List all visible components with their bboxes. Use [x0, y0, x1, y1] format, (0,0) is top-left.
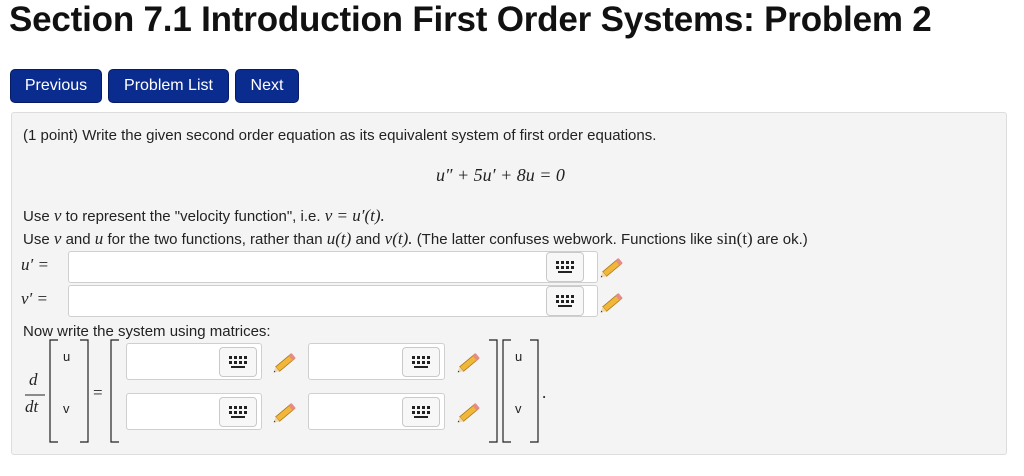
next-button[interactable]: Next [235, 69, 299, 103]
instr-text: Use [23, 231, 50, 248]
equation: u″ + 5u′ + 8u = 0 [436, 165, 565, 185]
pencil-icon[interactable] [455, 347, 485, 377]
problem-nav: Previous Problem List Next [10, 69, 299, 103]
instr-var: u(t) [326, 229, 352, 248]
left-vector-bracket-open [49, 339, 58, 443]
pencil-icon[interactable] [598, 252, 628, 282]
fraction-bar [25, 394, 45, 396]
keyboard-icon[interactable] [546, 286, 584, 316]
instr-func: sin(t) [716, 229, 753, 248]
matrix-period: . [542, 383, 547, 402]
right-vector-bracket-close [530, 339, 539, 443]
instr-text: and [65, 231, 91, 248]
problem-panel: (1 point) Write the given second order e… [11, 112, 1007, 455]
instruction-line-1: Use v to represent the "velocity functio… [23, 206, 385, 226]
matrix-equals: = [93, 383, 103, 402]
right-vector-u: u [515, 349, 523, 364]
matrix-bracket-open [110, 339, 119, 443]
problem-statement: (1 point) Write the given second order e… [23, 127, 657, 144]
pencil-icon[interactable] [271, 347, 301, 377]
left-vector-bracket-close [80, 339, 89, 443]
uprime-label: u′ = [21, 255, 49, 274]
pencil-icon[interactable] [598, 287, 628, 317]
instr-text: (The latter confuses webwork. Functions … [416, 231, 713, 248]
pencil-icon[interactable] [455, 397, 485, 427]
uprime-input[interactable] [68, 251, 598, 283]
keyboard-icon[interactable] [219, 397, 257, 427]
left-vector-v: v [63, 401, 70, 416]
left-vector-u: u [63, 349, 71, 364]
keyboard-icon[interactable] [402, 347, 440, 377]
problem-list-button[interactable]: Problem List [108, 69, 229, 103]
instr-eq: v = u′(t). [324, 206, 385, 225]
vprime-input[interactable] [68, 285, 598, 317]
keyboard-icon[interactable] [219, 347, 257, 377]
instr-text: are ok.) [756, 231, 808, 248]
instr-text: to represent the "velocity function", i.… [65, 208, 321, 225]
deriv-numerator: d [29, 370, 38, 389]
matrix-prompt: Now write the system using matrices: [23, 323, 271, 340]
instr-var: v [53, 206, 62, 225]
pencil-icon[interactable] [271, 397, 301, 427]
right-vector-v: v [515, 401, 522, 416]
previous-button[interactable]: Previous [10, 69, 102, 103]
instr-text: and [355, 231, 381, 248]
deriv-denominator: dt [25, 397, 39, 416]
instr-var: u [94, 229, 104, 248]
keyboard-icon[interactable] [546, 252, 584, 282]
vprime-label: v′ = [21, 289, 48, 308]
instr-var: v [53, 229, 62, 248]
matrix-bracket-close [489, 339, 498, 443]
right-vector-bracket-open [502, 339, 511, 443]
keyboard-icon[interactable] [402, 397, 440, 427]
instr-var: v(t). [384, 229, 413, 248]
instr-text: Use [23, 208, 50, 225]
instruction-line-2: Use v and u for the two functions, rathe… [23, 229, 808, 249]
instr-text: for the two functions, rather than [107, 231, 323, 248]
page-title: Section 7.1 Introduction First Order Sys… [9, 0, 932, 39]
